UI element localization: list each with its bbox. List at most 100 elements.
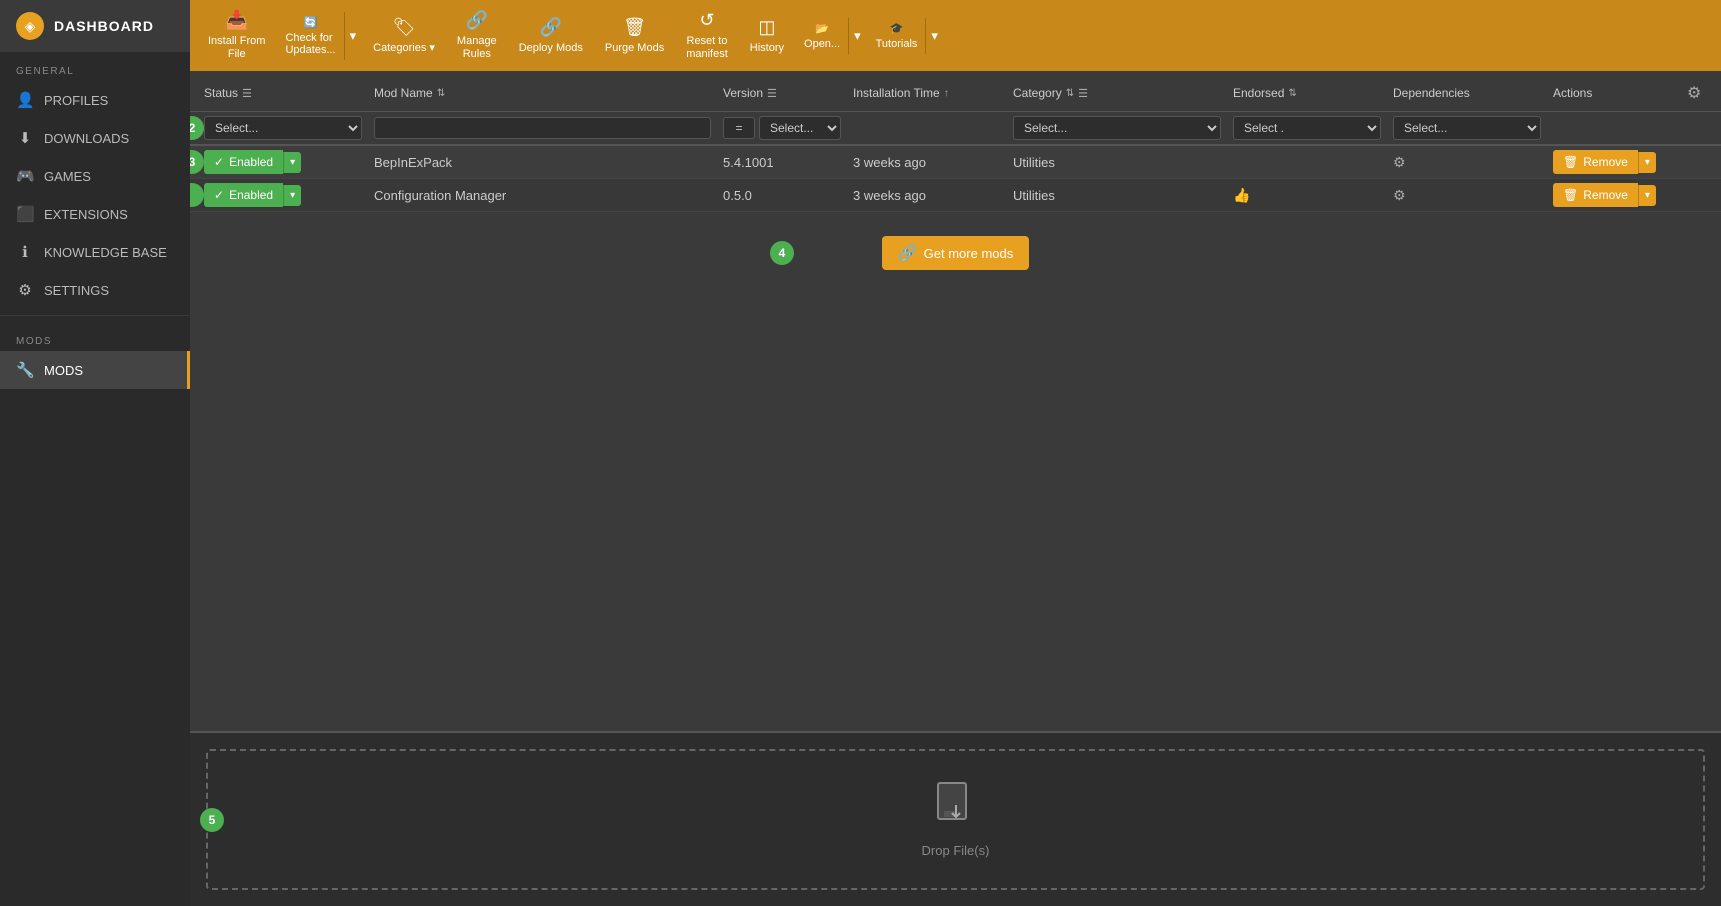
modname-filter-input[interactable] — [374, 117, 711, 139]
sidebar: ◈ DASHBOARD GENERAL 👤 PROFILES ⬇ DOWNLOA… — [0, 0, 190, 906]
sidebar-item-downloads[interactable]: ⬇ DOWNLOADS — [0, 119, 190, 157]
settings-icon: ⚙ — [16, 281, 34, 299]
install-from-file-button[interactable]: 1 📥 Install FromFile — [198, 4, 275, 67]
version-filter-icon[interactable]: ☰ — [767, 87, 777, 100]
deploy-icon: 🔗 — [540, 17, 562, 38]
remove-button-group-0: 🗑 Remove ▾ — [1553, 150, 1671, 174]
trash-icon-0: 🗑 — [1563, 155, 1578, 169]
purge-icon: 🗑 — [623, 17, 646, 38]
mod-installtime-0: 3 weeks ago — [853, 155, 926, 170]
manage-rules-button[interactable]: 🔗 ManageRules — [447, 4, 507, 67]
step-5-indicator: 5 — [200, 808, 224, 832]
check-updates-label: Check forUpdates... — [285, 32, 335, 56]
purge-mods-button[interactable]: 🗑 Purge Mods — [595, 11, 674, 61]
enabled-label-0: Enabled — [229, 155, 273, 169]
mod-status-cell-0: ✓ Enabled ▾ — [198, 150, 368, 174]
category-filter-cell: Select... — [1007, 116, 1227, 140]
modname-sort-icon[interactable]: ⇅ — [437, 88, 445, 99]
modname-filter-cell — [368, 117, 717, 139]
mod-installtime-cell-1: 3 weeks ago — [847, 188, 1007, 203]
categories-label: Categories ▾ — [373, 42, 435, 55]
mod-name-cell-1: Configuration Manager — [368, 188, 717, 203]
refresh-icon: 🔄 — [304, 16, 318, 29]
mod-category-0: Utilities — [1013, 155, 1055, 170]
modname-header-label: Mod Name — [374, 86, 433, 100]
deploy-mods-button[interactable]: 🔗 Deploy Mods — [509, 11, 593, 61]
section-label-general: GENERAL — [0, 52, 190, 81]
version-header-label: Version — [723, 86, 763, 100]
sidebar-item-extensions[interactable]: ⬛ EXTENSIONS — [0, 195, 190, 233]
installtime-sort-icon[interactable]: ↑ — [944, 88, 949, 99]
enabled-dropdown-button-0[interactable]: ▾ — [283, 152, 301, 173]
col-header-status: Status ☰ — [198, 78, 368, 104]
category-filter-icon[interactable]: ☰ — [1078, 87, 1088, 100]
open-button[interactable]: 📂 Open... — [796, 18, 848, 54]
mod-dep-cell-0: ⚙ — [1387, 154, 1547, 171]
enabled-main-button-1[interactable]: ✓ Enabled — [204, 183, 283, 207]
open-label: Open... — [804, 38, 840, 50]
history-button[interactable]: ◫ History — [740, 11, 794, 61]
sidebar-item-label: KNOWLEDGE BASE — [44, 245, 167, 260]
get-more-label: Get more mods — [924, 246, 1014, 261]
manage-rules-label: ManageRules — [457, 35, 497, 61]
col-header-modname: Mod Name ⇅ — [368, 78, 717, 104]
drop-file-icon — [936, 781, 976, 833]
category-filter-select[interactable]: Select... — [1013, 116, 1221, 140]
mod-category-cell-1: Utilities — [1007, 188, 1227, 203]
remove-dropdown-button-0[interactable]: ▾ — [1638, 152, 1656, 173]
remove-button-group-1: 🗑 Remove ▾ — [1553, 183, 1671, 207]
tutorials-dropdown[interactable]: ▾ — [925, 18, 943, 54]
enabled-dropdown-button-1[interactable]: ▾ — [283, 185, 301, 206]
dependency-icon-0[interactable]: ⚙ — [1393, 154, 1406, 170]
endorsed-sort-icon[interactable]: ⇅ — [1288, 88, 1296, 99]
table-settings-gear-icon[interactable]: ⚙ — [1683, 79, 1705, 107]
version-filter-select[interactable]: Select... — [759, 116, 841, 140]
sidebar-item-label: DOWNLOADS — [44, 131, 129, 146]
drop-zone[interactable]: Drop File(s) — [206, 749, 1705, 890]
drop-zone-label: Drop File(s) — [922, 843, 990, 858]
category-sort-icon[interactable]: ⇅ — [1066, 88, 1074, 99]
mod-endorsed-cell-1: 👍 — [1227, 187, 1387, 204]
remove-main-button-1[interactable]: 🗑 Remove — [1553, 183, 1638, 207]
manage-rules-icon: 🔗 — [466, 10, 488, 31]
mod-actions-cell-1: 🗑 Remove ▾ — [1547, 183, 1677, 207]
mod-name-cell-0: BepInExPack — [368, 155, 717, 170]
version-eq-input[interactable] — [723, 117, 755, 139]
remove-dropdown-button-1[interactable]: ▾ — [1638, 185, 1656, 206]
dependencies-header-label: Dependencies — [1393, 86, 1470, 100]
check-updates-dropdown[interactable]: ▾ — [344, 12, 362, 60]
install-label: Install FromFile — [208, 35, 265, 61]
check-updates-button[interactable]: 🔄 Check forUpdates... — [277, 12, 343, 60]
status-filter-icon[interactable]: ☰ — [242, 87, 252, 100]
version-filter-cell: Select... — [717, 116, 847, 140]
status-header-label: Status — [204, 86, 238, 100]
thumbs-up-icon-1[interactable]: 👍 — [1233, 187, 1250, 203]
categories-button[interactable]: 🏷 Categories ▾ — [363, 11, 445, 61]
mod-actions-cell-0: 🗑 Remove ▾ — [1547, 150, 1677, 174]
check-icon-1: ✓ — [214, 188, 224, 202]
endorsed-filter-select[interactable]: Select . — [1233, 116, 1381, 140]
filter-row: 2 Select... Select... — [190, 112, 1721, 146]
tutorials-button[interactable]: 🎓 Tutorials — [868, 18, 926, 54]
sidebar-item-mods[interactable]: 🔧 MODS — [0, 351, 190, 389]
remove-main-button-0[interactable]: 🗑 Remove — [1553, 150, 1638, 174]
actions-header-label: Actions — [1553, 86, 1592, 100]
status-filter-select[interactable]: Select... — [204, 116, 362, 140]
sidebar-item-profiles[interactable]: 👤 PROFILES — [0, 81, 190, 119]
col-header-category: Category ⇅ ☰ — [1007, 78, 1227, 104]
main-area: 1 📥 Install FromFile 🔄 Check forUpdates.… — [190, 0, 1721, 906]
reset-manifest-button[interactable]: ↺ Reset tomanifest — [676, 4, 738, 67]
sidebar-item-games[interactable]: 🎮 GAMES — [0, 157, 190, 195]
enabled-main-button-0[interactable]: ✓ Enabled — [204, 150, 283, 174]
games-icon: 🎮 — [16, 167, 34, 185]
sidebar-item-label: SETTINGS — [44, 283, 109, 298]
col-header-settings: ⚙ — [1677, 71, 1713, 111]
sidebar-item-knowledge-base[interactable]: ℹ KNOWLEDGE BASE — [0, 233, 190, 271]
mod-category-cell-0: Utilities — [1007, 155, 1227, 170]
sidebar-item-settings[interactable]: ⚙ SETTINGS — [0, 271, 190, 309]
dependency-icon-1[interactable]: ⚙ — [1393, 187, 1406, 203]
open-dropdown[interactable]: ▾ — [848, 18, 866, 54]
dependencies-filter-select[interactable]: Select... — [1393, 116, 1541, 140]
get-more-mods-button[interactable]: 🔗 Get more mods — [882, 236, 1030, 270]
sidebar-item-label: EXTENSIONS — [44, 207, 128, 222]
